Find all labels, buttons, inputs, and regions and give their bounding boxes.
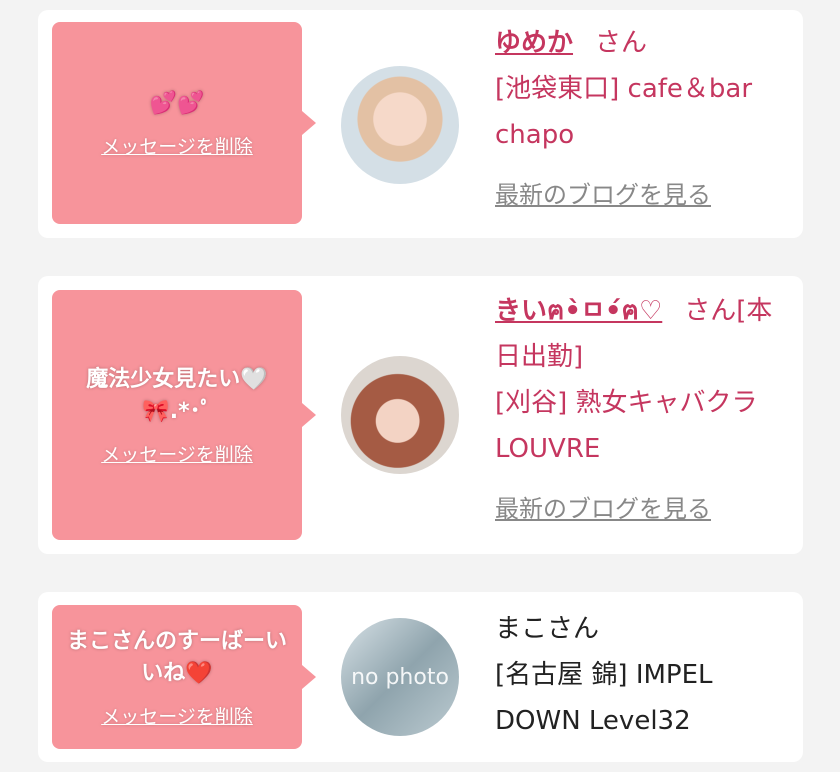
sender-info: まこさん [名古屋 錦] IMPEL DOWN Level32 (495, 606, 785, 744)
message-text: 💕💕 (149, 90, 205, 116)
sender-info: ゆめか さん [池袋東口] cafe＆bar chapo 最新のブログを見る (495, 20, 785, 218)
avatar[interactable] (341, 66, 459, 184)
message-card: 💕💕 メッセージを削除 ゆめか さん [池袋東口] cafe＆bar chapo … (38, 10, 803, 238)
sender-info: きいฅ•̀ㅁ•́ฅ♡ さん[本日出勤] [刈谷] 熟女キャバクラ LOUVRE 最… (495, 288, 785, 532)
message-bubble: 魔法少女見たい🤍🎀.*･ﾟ メッセージを削除 (52, 290, 316, 540)
message-card: 魔法少女見たい🤍🎀.*･ﾟ メッセージを削除 きいฅ•̀ㅁ•́ฅ♡ さん[本日出勤… (38, 276, 803, 554)
shop-name: [名古屋 錦] IMPEL DOWN Level32 (495, 660, 713, 736)
delete-message-link[interactable]: メッセージを削除 (101, 702, 253, 729)
avatar[interactable]: no photo (341, 618, 459, 736)
avatar[interactable] (341, 356, 459, 474)
sender-name-link[interactable]: きいฅ•̀ㅁ•́ฅ♡ (495, 296, 662, 326)
shop-name-link[interactable]: [刈谷] 熟女キャバクラ LOUVRE (495, 380, 785, 472)
latest-blog-link[interactable]: 最新のブログを見る (495, 172, 711, 218)
shop-name-link[interactable]: [池袋東口] cafe＆bar chapo (495, 66, 785, 158)
message-card: まこさんのすーばーいいね❤️ メッセージを削除 no photo まこさん [名… (38, 592, 803, 762)
message-bubble: 💕💕 メッセージを削除 (52, 22, 316, 224)
sender-name-link[interactable]: ゆめか (495, 28, 573, 58)
latest-blog-link[interactable]: 最新のブログを見る (495, 486, 711, 532)
name-suffix: さん (595, 28, 648, 58)
message-text: 魔法少女見たい🤍🎀.*･ﾟ (86, 366, 268, 424)
message-bubble: まこさんのすーばーいいね❤️ メッセージを削除 (52, 605, 316, 749)
message-list: 💕💕 メッセージを削除 ゆめか さん [池袋東口] cafe＆bar chapo … (0, 0, 840, 772)
message-text: まこさんのすーばーいいね❤️ (66, 628, 287, 686)
sender-name: まこさん (495, 614, 600, 644)
delete-message-link[interactable]: メッセージを削除 (101, 132, 253, 159)
delete-message-link[interactable]: メッセージを削除 (101, 440, 253, 467)
no-photo-label: no photo (351, 664, 449, 690)
